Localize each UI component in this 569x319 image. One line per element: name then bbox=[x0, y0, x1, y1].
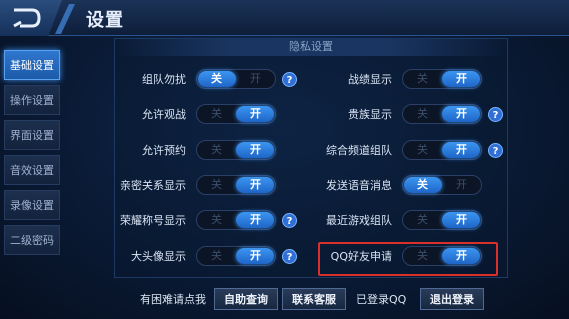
help-icon[interactable]: ? bbox=[282, 212, 297, 228]
footer-bar: 有困难请点我 自助查询 联系客服 已登录QQ 退出登录 bbox=[0, 284, 569, 312]
page-title: 设置 bbox=[86, 10, 124, 31]
big-avatar-toggle[interactable]: 关 开 bbox=[196, 246, 276, 266]
setting-row-intimacy-display: 亲密关系显示 关 开 bbox=[118, 174, 276, 196]
help-icon[interactable]: ? bbox=[488, 142, 503, 158]
allow-reservation-toggle[interactable]: 关 开 bbox=[196, 140, 276, 160]
qq-friend-request-toggle[interactable]: 关 开 bbox=[402, 246, 482, 266]
toggle-on-label: 开 bbox=[250, 107, 261, 120]
toggle-off-label: 关 bbox=[211, 143, 222, 156]
intimacy-display-toggle[interactable]: 关 开 bbox=[196, 175, 276, 195]
honor-title-toggle[interactable]: 关 开 bbox=[196, 210, 276, 230]
help-prompt-text: 有困难请点我 bbox=[140, 293, 206, 306]
help-icon[interactable]: ? bbox=[282, 248, 297, 264]
recent-game-team-toggle[interactable]: 关 开 bbox=[402, 210, 482, 230]
voice-message-toggle[interactable]: 关 开 bbox=[402, 175, 482, 195]
contact-support-button[interactable]: 联系客服 bbox=[282, 288, 346, 310]
sidebar-item-secondary-password[interactable]: 二级密码 bbox=[4, 225, 60, 255]
help-icon[interactable]: ? bbox=[488, 106, 503, 122]
sidebar-item-interface[interactable]: 界面设置 bbox=[4, 120, 60, 150]
setting-label: 荣耀称号显示 bbox=[120, 214, 186, 227]
toggle-off-label: 关 bbox=[211, 213, 222, 226]
login-status-text: 已登录QQ bbox=[356, 293, 407, 306]
help-icon[interactable]: ? bbox=[282, 71, 297, 87]
toggle-on-label: 开 bbox=[250, 178, 261, 191]
general-channel-team-toggle[interactable]: 关 开 bbox=[402, 140, 482, 160]
record-display-toggle[interactable]: 关 开 bbox=[402, 69, 482, 89]
sidebar-item-controls[interactable]: 操作设置 bbox=[4, 85, 60, 115]
logout-button[interactable]: 退出登录 bbox=[420, 288, 484, 310]
setting-row-general-channel-team: 综合频道组队 关 开 ? bbox=[314, 139, 503, 161]
setting-label: 贵族显示 bbox=[348, 108, 392, 121]
sidebar-item-replay[interactable]: 录像设置 bbox=[4, 190, 60, 220]
toggle-on-label: 开 bbox=[456, 143, 467, 156]
setting-row-big-avatar: 大头像显示 关 开 ? bbox=[118, 245, 297, 267]
toggle-off-label: 关 bbox=[211, 107, 222, 120]
toggle-off-label: 关 bbox=[417, 249, 428, 262]
toggle-on-label: 开 bbox=[456, 72, 467, 85]
sidebar-item-sound[interactable]: 音效设置 bbox=[4, 155, 60, 185]
toggle-off-label: 关 bbox=[211, 178, 222, 191]
toggle-off-label: 关 bbox=[211, 72, 222, 85]
toggle-off-label: 关 bbox=[417, 72, 428, 85]
back-arrow-icon bbox=[13, 8, 41, 28]
toggle-on-label: 开 bbox=[456, 178, 467, 191]
toggle-on-label: 开 bbox=[456, 249, 467, 262]
setting-label: 战绩显示 bbox=[348, 73, 392, 86]
setting-row-record-display: 战绩显示 关 开 bbox=[314, 68, 482, 90]
panel-title: 隐私设置 bbox=[114, 38, 508, 56]
setting-row-noble-display: 贵族显示 关 开 ? bbox=[314, 103, 503, 125]
setting-row-allow-reservation: 允许预约 关 开 bbox=[118, 139, 276, 161]
team-dnd-toggle[interactable]: 关 开 bbox=[196, 69, 276, 89]
toggle-on-label: 开 bbox=[250, 249, 261, 262]
setting-label: 亲密关系显示 bbox=[120, 179, 186, 192]
self-service-button[interactable]: 自助查询 bbox=[214, 288, 278, 310]
setting-row-team-dnd: 组队勿扰 关 开 ? bbox=[118, 68, 297, 90]
toggle-off-label: 关 bbox=[417, 213, 428, 226]
toggle-on-label: 开 bbox=[250, 72, 261, 85]
toggle-on-label: 开 bbox=[250, 213, 261, 226]
toggle-off-label: 关 bbox=[417, 107, 428, 120]
setting-label: 允许观战 bbox=[142, 108, 186, 121]
setting-label: 发送语音消息 bbox=[326, 179, 392, 192]
setting-label: 允许预约 bbox=[142, 144, 186, 157]
toggle-off-label: 关 bbox=[417, 178, 428, 191]
sidebar-item-basic[interactable]: 基础设置 bbox=[4, 50, 60, 80]
setting-label: 最近游戏组队 bbox=[326, 214, 392, 227]
setting-label: 大头像显示 bbox=[131, 250, 186, 263]
setting-row-recent-game-team: 最近游戏组队 关 开 bbox=[314, 209, 482, 231]
toggle-off-label: 关 bbox=[211, 249, 222, 262]
top-bar: 设置 bbox=[0, 0, 569, 36]
settings-sidebar: 基础设置 操作设置 界面设置 音效设置 录像设置 二级密码 bbox=[4, 50, 60, 255]
setting-row-voice-message: 发送语音消息 关 开 bbox=[314, 174, 482, 196]
setting-label: 综合频道组队 bbox=[326, 144, 392, 157]
setting-label: 组队勿扰 bbox=[142, 73, 186, 86]
toggle-off-label: 关 bbox=[417, 143, 428, 156]
toggle-on-label: 开 bbox=[250, 143, 261, 156]
noble-display-toggle[interactable]: 关 开 bbox=[402, 104, 482, 124]
allow-spectate-toggle[interactable]: 关 开 bbox=[196, 104, 276, 124]
back-button[interactable] bbox=[0, 0, 62, 36]
toggle-on-label: 开 bbox=[456, 107, 467, 120]
setting-row-honor-title: 荣耀称号显示 关 开 ? bbox=[118, 209, 297, 231]
setting-row-allow-spectate: 允许观战 关 开 bbox=[118, 103, 276, 125]
toggle-on-label: 开 bbox=[456, 213, 467, 226]
